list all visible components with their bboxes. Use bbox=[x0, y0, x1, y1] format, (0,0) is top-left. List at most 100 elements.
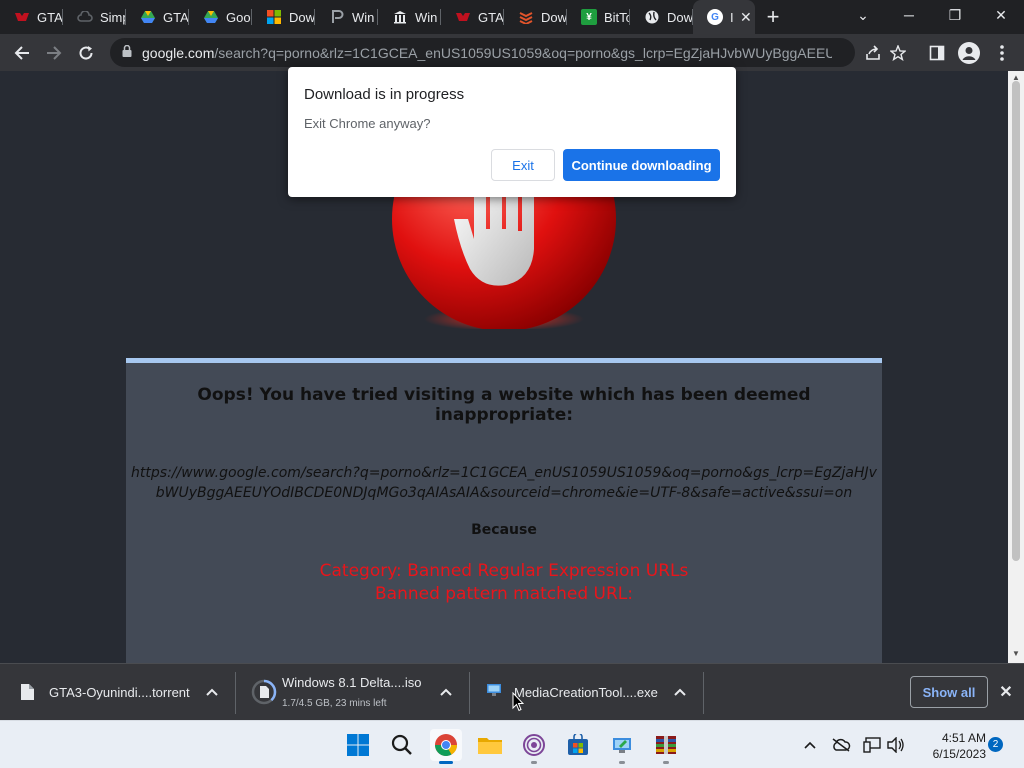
google-drive-icon bbox=[140, 9, 156, 25]
google-drive-icon bbox=[203, 9, 219, 25]
chevron-up-icon[interactable] bbox=[440, 685, 452, 699]
profile-button[interactable] bbox=[953, 37, 985, 69]
continue-downloading-button[interactable]: Continue downloading bbox=[563, 149, 720, 181]
chevron-up-icon[interactable] bbox=[206, 685, 218, 699]
minimize-icon: ─ bbox=[904, 7, 914, 23]
windows-start-icon bbox=[347, 734, 369, 756]
address-url: google.com/search?q=porno&rlz=1C1GCEA_en… bbox=[142, 45, 832, 61]
exit-button[interactable]: Exit bbox=[491, 149, 555, 181]
clock-time: 4:51 AM bbox=[941, 731, 986, 745]
scroll-down-icon[interactable]: ▼ bbox=[1008, 649, 1024, 661]
bittorrent-icon: ¥ bbox=[581, 9, 597, 25]
taskbar-tor-browser[interactable] bbox=[518, 729, 550, 764]
blocked-url-line-1: https://www.google.com/search?q=porno&rl… bbox=[131, 465, 877, 481]
new-tab-button[interactable]: + bbox=[755, 0, 791, 34]
block-category: Category: Banned Regular Expression URLs bbox=[319, 561, 689, 581]
close-shelf-button[interactable]: ✕ bbox=[996, 680, 1016, 704]
taskbar-chrome[interactable] bbox=[430, 729, 462, 764]
tab-gta-2[interactable]: GTA bbox=[126, 0, 189, 34]
reload-button[interactable] bbox=[70, 37, 102, 69]
url-domain: google.com bbox=[142, 44, 215, 61]
window-close-button[interactable]: ✕ bbox=[978, 0, 1024, 30]
bookmark-button[interactable] bbox=[882, 37, 914, 69]
tab-label: Dow bbox=[667, 9, 693, 25]
tab-label: Dow bbox=[541, 9, 567, 25]
file-icon bbox=[21, 684, 34, 700]
gta-icon bbox=[455, 9, 471, 25]
globe-icon bbox=[644, 9, 660, 25]
tab-simp[interactable]: Simp bbox=[63, 0, 126, 34]
side-panel-button[interactable] bbox=[921, 37, 953, 69]
restore-button[interactable]: ❐ bbox=[932, 0, 978, 30]
tab-goo[interactable]: Goo bbox=[189, 0, 252, 34]
tor-icon bbox=[523, 734, 545, 756]
because-label: Because bbox=[471, 522, 537, 538]
taskbar-microsoft-store[interactable] bbox=[562, 729, 594, 761]
tab-gta-1[interactable]: GTA bbox=[0, 0, 63, 34]
scrollbar-thumb[interactable] bbox=[1012, 81, 1020, 561]
mouse-cursor-icon bbox=[512, 692, 524, 712]
chrome-icon bbox=[435, 734, 457, 756]
start-button[interactable] bbox=[342, 729, 374, 761]
media-creation-icon bbox=[613, 738, 631, 753]
chevron-up-icon[interactable] bbox=[674, 685, 686, 699]
download-item[interactable]: MediaCreationTool....exe bbox=[470, 664, 704, 721]
tab-close-icon[interactable]: ✕ bbox=[740, 9, 752, 26]
blocked-url-line-2: bWUyBggAEEUYOdIBCDE0NDJqMGo3qAIAsAIA&sou… bbox=[155, 485, 853, 501]
reload-icon bbox=[79, 46, 93, 60]
restore-icon: ❐ bbox=[948, 6, 962, 23]
tab-dow-3[interactable]: Dow bbox=[630, 0, 693, 34]
winrar-icon bbox=[656, 736, 676, 754]
tab-win-1[interactable]: Win bbox=[315, 0, 378, 34]
network-tray-icon[interactable] bbox=[862, 735, 882, 755]
tab-label: Simp bbox=[100, 9, 126, 25]
block-message-panel: Oops! You have tried visiting a website … bbox=[126, 358, 882, 663]
url-path: /search?q=porno&rlz=1C1GCEA_enUS1059US10… bbox=[214, 44, 832, 61]
close-icon: ✕ bbox=[999, 684, 1013, 701]
taskbar-media-creation-tool[interactable] bbox=[606, 729, 638, 764]
lock-icon bbox=[122, 44, 132, 60]
tab-bittorrent[interactable]: ¥ BitTo bbox=[567, 0, 630, 34]
notification-badge[interactable]: 2 bbox=[988, 737, 1003, 752]
network-icon bbox=[863, 737, 881, 753]
download-item-in-progress[interactable]: Windows 8.1 Delta....iso 1.7/4.5 GB, 23 … bbox=[236, 664, 470, 721]
back-button[interactable] bbox=[6, 37, 38, 69]
taskbar-search-button[interactable] bbox=[386, 729, 418, 761]
tab-gta-3[interactable]: GTA bbox=[441, 0, 504, 34]
clock-date: 6/15/2023 bbox=[932, 747, 986, 761]
menu-button[interactable] bbox=[986, 37, 1018, 69]
download-in-progress-dialog: Download is in progress Exit Chrome anyw… bbox=[288, 67, 736, 197]
tab-search-button[interactable]: ⌄ bbox=[840, 0, 886, 30]
store-icon bbox=[568, 734, 588, 755]
forward-button[interactable] bbox=[38, 37, 70, 69]
microsoft-icon bbox=[266, 9, 282, 25]
side-panel-icon bbox=[929, 45, 945, 61]
building-icon bbox=[392, 9, 408, 25]
minimize-button[interactable]: ─ bbox=[886, 0, 932, 30]
page-scrollbar[interactable]: ▲ ▼ bbox=[1008, 71, 1024, 663]
show-all-downloads-button[interactable]: Show all bbox=[910, 676, 988, 708]
tab-label: GTA bbox=[478, 9, 504, 25]
chevron-up-icon bbox=[804, 741, 816, 749]
tab-dow-1[interactable]: Dow bbox=[252, 0, 315, 34]
download-item[interactable]: GTA3-Oyunindi....torrent bbox=[0, 664, 236, 721]
close-icon: ✕ bbox=[995, 6, 1007, 23]
tab-active-google[interactable]: G I ✕ bbox=[693, 0, 755, 34]
tab-label: Dow bbox=[289, 9, 315, 25]
tab-win-2[interactable]: Win bbox=[378, 0, 441, 34]
taskbar-file-explorer[interactable] bbox=[474, 729, 506, 761]
address-bar[interactable]: google.com/search?q=porno&rlz=1C1GCEA_en… bbox=[110, 38, 855, 67]
download-status: 1.7/4.5 GB, 23 mins left bbox=[282, 698, 387, 709]
block-reason: Category: Banned Regular Expression URLs… bbox=[126, 560, 882, 606]
onedrive-tray-icon[interactable] bbox=[831, 735, 851, 755]
taskbar-winrar[interactable] bbox=[650, 729, 682, 764]
show-hidden-icons-button[interactable] bbox=[800, 735, 820, 755]
download-progress-ring bbox=[251, 679, 277, 705]
tab-dow-2[interactable]: Dow bbox=[504, 0, 567, 34]
windows-taskbar: 4:51 AM 6/15/2023 2 bbox=[0, 720, 1024, 768]
volume-tray-icon[interactable] bbox=[886, 735, 906, 755]
google-icon: G bbox=[707, 9, 723, 25]
tab-label: GTA bbox=[163, 9, 189, 25]
system-clock[interactable]: 4:51 AM 6/15/2023 bbox=[912, 730, 986, 762]
p-icon bbox=[329, 9, 345, 25]
